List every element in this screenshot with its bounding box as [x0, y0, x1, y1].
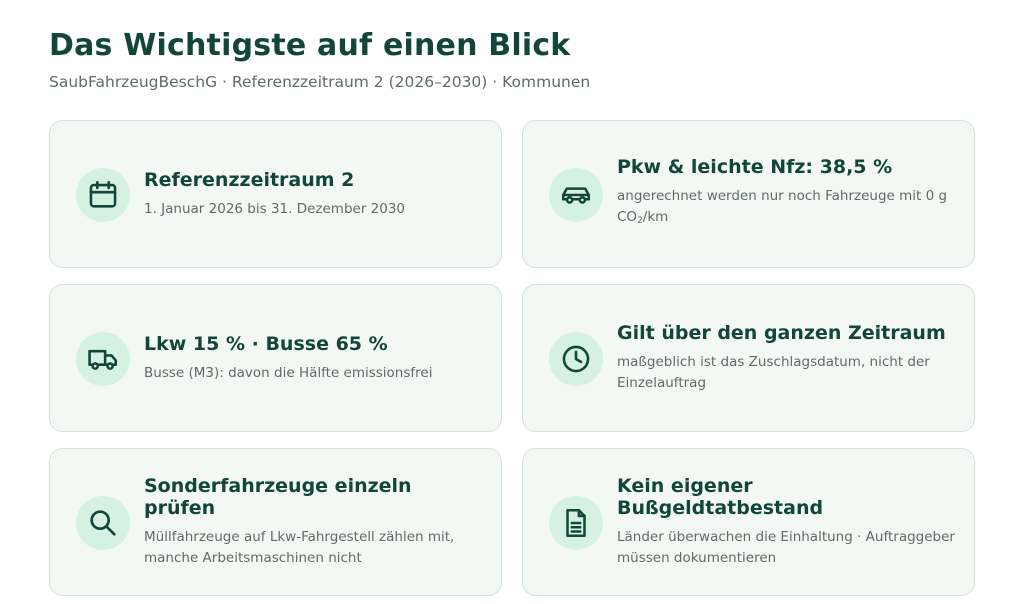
card-reference-period: Referenzzeitraum 2 1. Januar 2026 bis 31… [49, 120, 502, 268]
card-description: Busse (M3): davon die Hälfte emissionsfr… [144, 364, 433, 381]
card-description: 1. Januar 2026 bis 31. Dezember 2030 [144, 200, 406, 217]
card-description: Länder überwachen die Einhaltung · Auftr… [617, 529, 955, 566]
card-description: maßgeblich ist das Zuschlagsdatum, nicht… [617, 354, 930, 391]
page-title: Das Wichtigste auf einen Blick [49, 28, 571, 63]
card-description: angerechnet werden nur noch Fahrzeuge mi… [617, 188, 948, 226]
clock-icon [549, 332, 603, 386]
search-icon [76, 496, 130, 550]
card-title: Kein eigener Bußgeldtatbestand [617, 475, 824, 519]
page: Das Wichtigste auf einen Blick SaubFahrz… [0, 0, 1024, 604]
card-title: Sonderfahrzeuge einzeln prüfen [144, 475, 412, 519]
summary-grid: Referenzzeitraum 2 1. Januar 2026 bis 31… [49, 120, 975, 596]
car-icon [549, 168, 603, 222]
card-special-vehicles: Sonderfahrzeuge einzeln prüfen Müllfahrz… [49, 448, 502, 596]
card-cars-light-commercial: Pkw & leichte Nfz: 38,5 % angerechnet we… [522, 120, 975, 268]
card-title: Gilt über den ganzen Zeitraum [617, 322, 946, 344]
card-trucks-buses: Lkw 15 % · Busse 65 % Busse (M3): davon … [49, 284, 502, 432]
page-subtitle: SaubFahrzeugBeschG · Referenzzeitraum 2 … [49, 73, 591, 91]
card-whole-period: Gilt über den ganzen Zeitraum maßgeblich… [522, 284, 975, 432]
card-no-fine: Kein eigener Bußgeldtatbestand Länder üb… [522, 448, 975, 596]
card-description: Müllfahrzeuge auf Lkw-Fahrgestell zählen… [144, 529, 455, 566]
truck-icon [76, 332, 130, 386]
card-title: Pkw & leichte Nfz: 38,5 % [617, 156, 893, 178]
card-title: Lkw 15 % · Busse 65 % [144, 332, 388, 355]
document-icon [549, 496, 603, 550]
calendar-icon [76, 168, 130, 222]
card-title: Referenzzeitraum 2 [144, 168, 355, 191]
